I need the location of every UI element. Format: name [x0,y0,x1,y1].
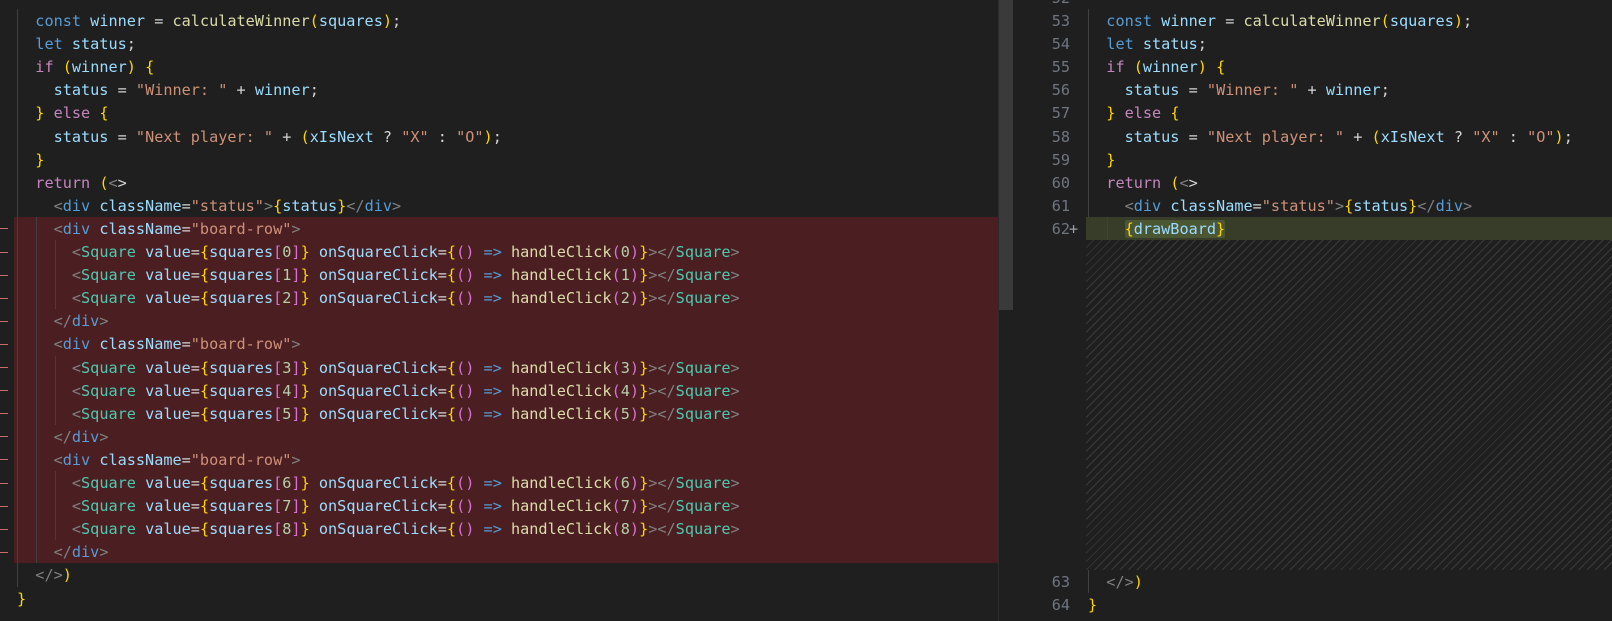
left-scrollbar-thumb[interactable] [999,0,1013,310]
removed-code-line[interactable]: <div className="board-row"> [17,217,301,241]
line-number: 61 [1051,196,1070,215]
removed-code-line[interactable]: <div className="board-row"> [17,448,301,472]
code-line[interactable]: let status; [1088,32,1207,56]
removed-code-line[interactable]: </div> [17,540,109,564]
indent-guide [36,216,37,564]
line-number: 57 [1051,104,1070,123]
code-line[interactable]: </>) [1088,570,1143,594]
removed-code-line[interactable]: <Square value={squares[7]} onSquareClick… [17,494,740,518]
deleted-line-marker [0,274,8,276]
removed-code-line[interactable]: <Square value={squares[2]} onSquareClick… [17,286,740,310]
code-line[interactable]: } [1088,148,1115,172]
code-line[interactable]: } [17,148,44,172]
code-line[interactable]: <div className="status">{status}</div> [17,194,402,218]
indent-guide [55,471,56,541]
deleted-line-marker [0,367,8,369]
line-number: 64 [1051,596,1070,615]
deleted-line-marker [0,551,8,553]
code-line[interactable]: if (winner) { [1088,55,1225,79]
line-number: 63 [1051,573,1070,592]
code-line[interactable]: const winner = calculateWinner(squares); [17,9,401,33]
line-number: 53 [1051,12,1070,30]
removed-code-line[interactable]: <div className="board-row"> [17,332,301,356]
removed-code-line[interactable]: <Square value={squares[5]} onSquareClick… [17,402,740,426]
removed-code-line[interactable]: <Square value={squares[1]} onSquareClick… [17,263,740,287]
right-diff-pane[interactable]: 5253 const winner = calculateWinner(squa… [1014,0,1612,621]
removed-code-line[interactable]: </div> [17,309,109,333]
code-line[interactable]: } [17,587,26,611]
deleted-line-marker [0,482,8,484]
removed-code-line[interactable]: </div> [17,425,109,449]
left-diff-pane[interactable]: const winner = calculateWinner(squares);… [0,0,1014,621]
code-line[interactable]: </>) [17,563,72,587]
code-line[interactable]: if (winner) { [17,55,154,79]
deleted-line-marker [0,320,8,322]
diff-filler-hatch [1086,240,1612,571]
deleted-line-marker [0,505,8,507]
line-number: 56 [1051,81,1070,100]
code-line[interactable]: const winner = calculateWinner(squares); [1088,9,1472,33]
removed-code-line[interactable]: <Square value={squares[4]} onSquareClick… [17,379,740,403]
removed-code-line[interactable]: <Square value={squares[8]} onSquareClick… [17,517,740,541]
indent-guide [17,9,18,587]
deleted-line-marker [0,459,8,461]
deleted-line-marker [0,390,8,392]
deleted-line-marker [0,436,8,438]
code-line[interactable]: return (<> [1088,171,1198,195]
code-line[interactable]: status = "Next player: " + (xIsNext ? "X… [1088,125,1573,149]
indent-guide [55,355,56,425]
deleted-line-marker [0,228,8,230]
code-line[interactable]: } else { [17,101,108,125]
code-line[interactable]: status = "Next player: " + (xIsNext ? "X… [17,125,502,149]
line-number: 62 [1051,219,1070,238]
line-number: 58 [1051,127,1070,146]
deleted-line-marker [0,528,8,530]
code-line[interactable]: } else { [1088,101,1179,125]
indent-guide [55,240,56,310]
line-number: 54 [1051,35,1070,54]
deleted-line-marker [0,343,8,345]
indent-guide [1088,570,1089,594]
added-code-line[interactable]: {drawBoard} [1088,217,1226,241]
code-line[interactable]: status = "Winner: " + winner; [17,78,319,102]
removed-code-line[interactable]: <Square value={squares[3]} onSquareClick… [17,356,740,380]
line-number: 55 [1051,58,1070,77]
removed-code-line[interactable]: <Square value={squares[0]} onSquareClick… [17,240,740,264]
line-number: 59 [1051,150,1070,169]
added-line-marker: + [1069,219,1079,238]
code-line[interactable]: status = "Winner: " + winner; [1088,78,1390,102]
deleted-line-marker [0,297,8,299]
deleted-line-marker [0,251,8,253]
indent-guide [1107,216,1108,240]
deleted-line-marker [0,413,8,415]
indent-guide [1088,9,1089,217]
code-line[interactable]: <div className="status">{status}</div> [1088,194,1473,218]
code-line[interactable]: return (<> [17,171,127,195]
line-number: 60 [1051,173,1070,192]
removed-code-line[interactable]: <Square value={squares[6]} onSquareClick… [17,471,740,495]
code-line[interactable]: } [1088,593,1097,617]
code-line[interactable]: let status; [17,32,136,56]
